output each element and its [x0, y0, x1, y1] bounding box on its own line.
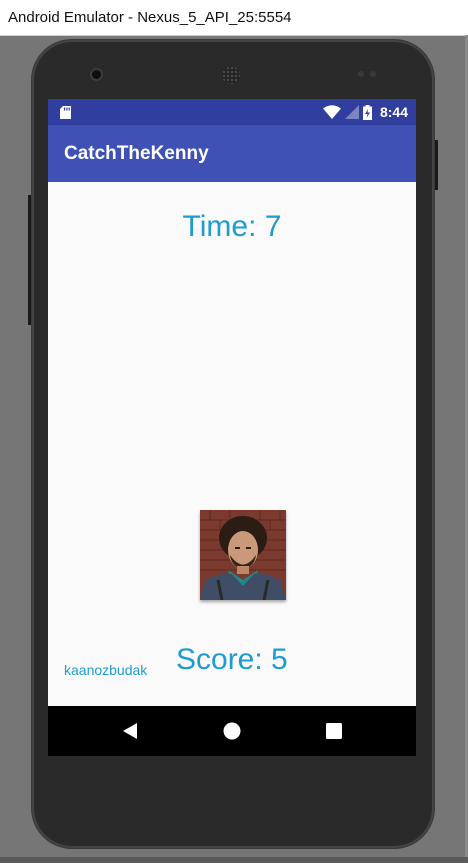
earpiece-speaker-icon [222, 66, 240, 84]
power-button[interactable] [434, 140, 438, 190]
wifi-icon [322, 105, 341, 119]
game-content: Time: 7 kaanozbudak Score: 5 [48, 182, 416, 706]
window-title: Android Emulator - Nexus_5_API_25:5554 [8, 9, 292, 26]
proximity-sensor [358, 71, 378, 77]
recents-icon[interactable] [322, 719, 346, 743]
device-screen: 8:44 CatchTheKenny Time: 7 kaanozbudak S… [48, 99, 416, 756]
status-clock: 8:44 [379, 104, 408, 120]
score-label: Score: 5 [176, 643, 288, 676]
status-icons: 8:44 [322, 103, 408, 121]
app-title: CatchTheKenny [64, 143, 209, 164]
back-icon[interactable] [120, 719, 144, 743]
sd-card-icon [60, 106, 71, 119]
app-bar: CatchTheKenny [48, 125, 416, 182]
signal-icon [344, 105, 359, 119]
home-icon[interactable] [220, 719, 244, 743]
status-bar: 8:44 [48, 99, 416, 125]
time-label: Time: 7 [182, 210, 282, 243]
author-label: kaanozbudak [64, 662, 148, 678]
front-camera-icon [92, 70, 101, 79]
host-taskbar-edge [0, 857, 468, 863]
battery-charging-icon [362, 104, 372, 120]
navigation-bar [48, 706, 416, 756]
emulator-title-bar: Android Emulator - Nexus_5_API_25:5554 [0, 0, 468, 36]
kenny-image[interactable] [200, 510, 286, 600]
